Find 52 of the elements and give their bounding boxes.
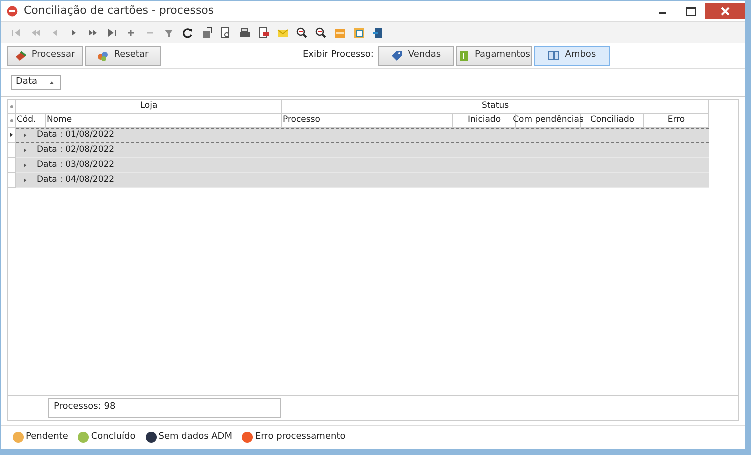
view-option-button[interactable]: Vendas <box>378 46 454 66</box>
zoom-out-icon <box>314 26 326 38</box>
envelope-icon <box>276 26 288 38</box>
window-icon <box>352 26 364 38</box>
tag-icon <box>391 50 404 62</box>
legend-label: Sem dados ADM <box>158 430 232 444</box>
expand-button[interactable] <box>22 132 29 139</box>
view-option-button[interactable]: Ambos <box>534 46 610 66</box>
group-row-label[interactable]: Data : 04/08/2022 <box>37 174 115 186</box>
maximize-icon <box>686 6 696 16</box>
zoom-in-icon <box>296 26 308 38</box>
filter-label: Exibir Processo: <box>303 48 374 62</box>
summary-field: Processos: 98 <box>48 398 281 418</box>
shapes-icon <box>97 50 110 62</box>
panel-icon <box>334 26 346 38</box>
group-row-label[interactable]: Data : 02/08/2022 <box>37 144 115 156</box>
expand-button[interactable] <box>22 162 29 168</box>
row-indicator-icon <box>8 132 14 138</box>
money-icon <box>458 50 470 62</box>
exit-icon <box>372 26 384 38</box>
close-button[interactable] <box>705 3 745 19</box>
process-button[interactable]: Processar <box>7 46 83 66</box>
window-title: Conciliação de cartões - processos <box>24 2 214 19</box>
columns-icon <box>548 50 560 62</box>
expand-icon <box>22 146 29 154</box>
group-row-label[interactable]: Data : 01/08/2022 <box>37 129 115 142</box>
legend-label: Pendente <box>26 430 68 444</box>
printer-icon <box>238 26 250 38</box>
view-option-button[interactable]: Pagamentos <box>456 46 532 66</box>
legend-label: Concluído <box>91 430 136 444</box>
band-header: Loja <box>16 100 282 114</box>
play-icon <box>14 50 27 62</box>
expand-icon <box>22 162 29 168</box>
band-header: Status <box>282 100 709 114</box>
preview-icon <box>220 26 232 38</box>
expand-button[interactable] <box>22 146 29 154</box>
pdf-icon <box>258 26 270 38</box>
band-selector-icon <box>8 104 14 110</box>
expand-icon <box>22 132 29 139</box>
first-icon <box>10 26 22 38</box>
column-selector-icon <box>8 118 14 124</box>
group-row-label[interactable]: Data : 03/08/2022 <box>37 158 115 172</box>
close-icon <box>720 6 730 16</box>
expand-icon <box>22 176 29 184</box>
export-icon <box>200 26 212 38</box>
refresh-icon <box>182 26 194 38</box>
group-by-chip[interactable]: Data <box>11 75 60 90</box>
app-icon <box>7 6 18 16</box>
legend-label: Erro processamento <box>255 430 346 444</box>
reset-button[interactable]: Resetar <box>85 46 161 66</box>
last-icon <box>106 26 118 38</box>
expand-button[interactable] <box>22 176 29 184</box>
